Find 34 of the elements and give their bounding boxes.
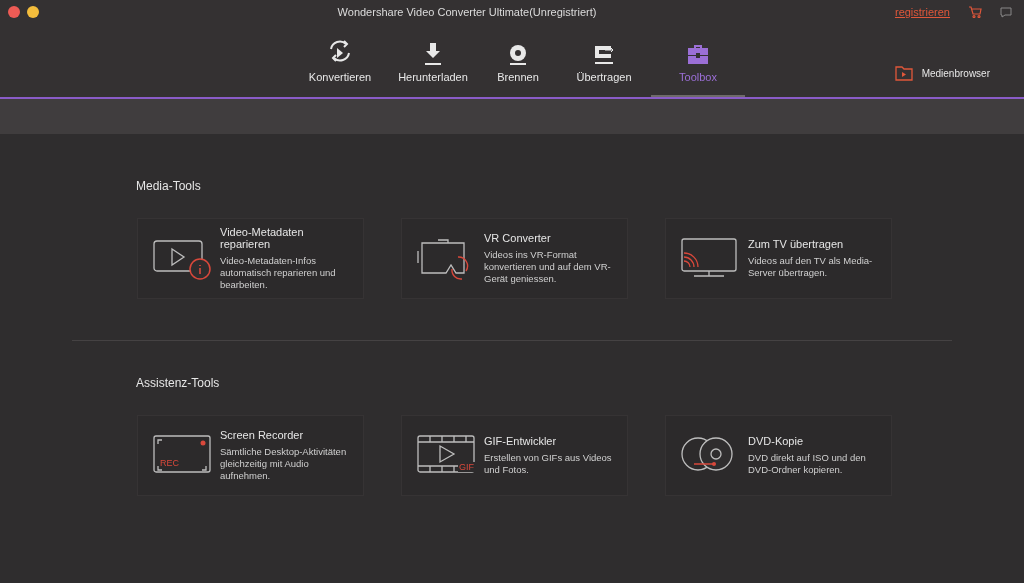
tool-name: Zum TV übertragen <box>748 238 845 250</box>
icon-label: REC <box>160 457 179 468</box>
tool-name: Screen Recorder <box>220 429 305 441</box>
nav-tab[interactable]: Brennen <box>479 33 557 97</box>
nav-tab[interactable]: Übertragen <box>557 33 651 97</box>
nav-tab[interactable]: Herunterladen <box>387 33 479 97</box>
tool-card[interactable]: REC Screen Recorder Sämtliche Desktop-Aktivitäten gleichzeitig mit Audio aufnehmen. <box>137 415 364 496</box>
tool-card[interactable]: Video-Metadaten reparieren Video-Metadaten-Infos automatisch reparieren und bearbeiten. <box>137 218 364 299</box>
window-title: Wondershare Video Converter Ultimate(Unregistriert) <box>336 6 598 18</box>
close-icon[interactable] <box>8 6 20 18</box>
tool-card[interactable]: GIF GIF-Entwickler Erstellen von GIFs aus Videos und Fotos. <box>401 415 628 496</box>
folder-icon <box>894 65 913 81</box>
tool-description: DVD direkt auf ISO und den DVD-Ordner kopieren. <box>748 452 867 476</box>
tool-description: Erstellen von GIFs aus Videos und Fotos. <box>484 452 613 476</box>
tool-description: Sämtliche Desktop-Aktivitäten gleichzeitig mit Audio aufnehmen. <box>220 446 348 482</box>
tool-name: VR Converter <box>484 232 552 244</box>
chat-icon[interactable] <box>1000 6 1012 18</box>
tool-card[interactable]: VR Converter Videos ins VR-Format konvertieren und auf dem VR-Gerät geniessen. <box>401 218 628 299</box>
icon-label: GIF <box>458 461 475 472</box>
nav-tab[interactable]: Konvertieren <box>293 33 387 97</box>
cart-icon[interactable] <box>968 6 982 18</box>
media-browser-button[interactable]: Medienbrowser <box>894 65 990 81</box>
tool-name: GIF-Entwickler <box>484 435 558 447</box>
section-title: Media-Tools <box>136 179 202 193</box>
tool-card[interactable]: Zum TV übertragen Videos auf den TV als Media-Server übertragen. <box>665 218 892 299</box>
tool-description: Video-Metadaten-Infos automatisch reparieren und bearbeiten. <box>220 255 337 291</box>
tool-card[interactable]: DVD-Kopie DVD direkt auf ISO und den DVD-Ordner kopieren. <box>665 415 892 496</box>
tool-description: Videos auf den TV als Media-Server übertragen. <box>748 255 874 279</box>
section-title: Assistenz-Tools <box>136 376 221 390</box>
tool-description: Videos ins VR-Format konvertieren und auf dem VR-Gerät geniessen. <box>484 249 612 285</box>
tool-name: Video-Metadaten reparieren <box>220 226 305 250</box>
minimize-icon[interactable] <box>27 6 39 18</box>
tool-name: DVD-Kopie <box>748 435 805 447</box>
register-link[interactable]: registrieren <box>894 6 950 18</box>
